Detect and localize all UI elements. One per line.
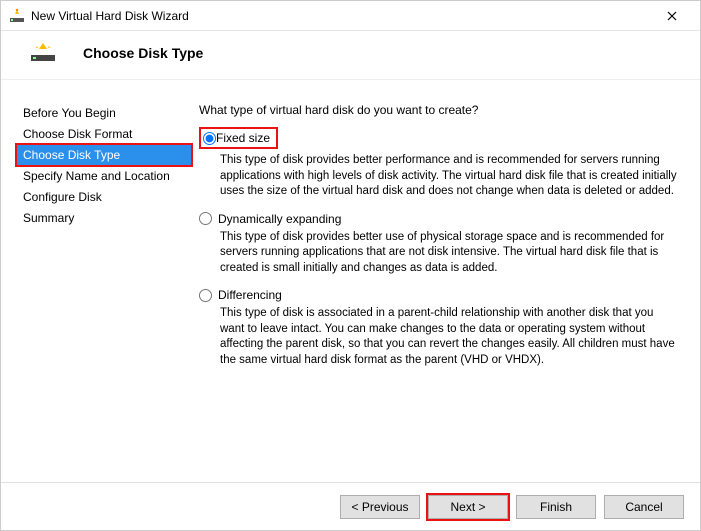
option-fixed: Fixed size This type of disk provides bet… [199,127,680,200]
sidebar-step-specify-name-and-location[interactable]: Specify Name and Location [17,166,191,186]
option-description-fixed: This type of disk provides better perfor… [220,153,680,200]
option-label-differencing: Differencing [218,288,282,302]
page-title: Choose Disk Type [83,45,203,61]
option-description-dynamic: This type of disk provides better use of… [220,230,680,277]
option-label-fixed: Fixed size [216,131,270,145]
option-dynamic: Dynamically expanding This type of disk p… [199,212,680,277]
radio-dynamic[interactable] [199,212,212,225]
radio-fixed[interactable] [203,132,216,145]
wizard-body: Before You BeginChoose Disk FormatChoose… [1,95,700,480]
steps-sidebar: Before You BeginChoose Disk FormatChoose… [1,95,191,480]
close-button[interactable] [652,2,692,30]
sidebar-step-choose-disk-type[interactable]: Choose Disk Type [17,145,191,165]
wizard-header-icon [27,43,59,63]
next-button[interactable]: Next > [428,495,508,519]
sidebar-step-choose-disk-format[interactable]: Choose Disk Format [17,124,191,144]
finish-button[interactable]: Finish [516,495,596,519]
sidebar-step-before-you-begin[interactable]: Before You Begin [17,103,191,123]
options-group: Fixed size This type of disk provides bet… [199,127,680,368]
option-label-dynamic: Dynamically expanding [218,212,341,226]
sidebar-step-summary[interactable]: Summary [17,208,191,228]
option-row-differencing[interactable]: Differencing [199,288,680,302]
previous-button[interactable]: < Previous [340,495,420,519]
radio-differencing[interactable] [199,289,212,302]
option-highlight: Fixed size [199,127,278,149]
sidebar-step-configure-disk[interactable]: Configure Disk [17,187,191,207]
option-description-differencing: This type of disk is associated in a par… [220,306,680,368]
option-row-dynamic[interactable]: Dynamically expanding [199,212,680,226]
titlebar: New Virtual Hard Disk Wizard [1,1,700,31]
footer-bar: < Previous Next > Finish Cancel [1,482,700,530]
prompt-text: What type of virtual hard disk do you wa… [199,103,680,117]
content-panel: What type of virtual hard disk do you wa… [191,95,700,480]
cancel-button[interactable]: Cancel [604,495,684,519]
option-differencing: Differencing This type of disk is associa… [199,288,680,368]
option-row-fixed[interactable]: Fixed size [199,127,680,149]
close-icon [667,11,677,21]
app-icon [9,8,25,24]
wizard-header: Choose Disk Type [1,31,700,80]
window-title: New Virtual Hard Disk Wizard [31,9,652,23]
